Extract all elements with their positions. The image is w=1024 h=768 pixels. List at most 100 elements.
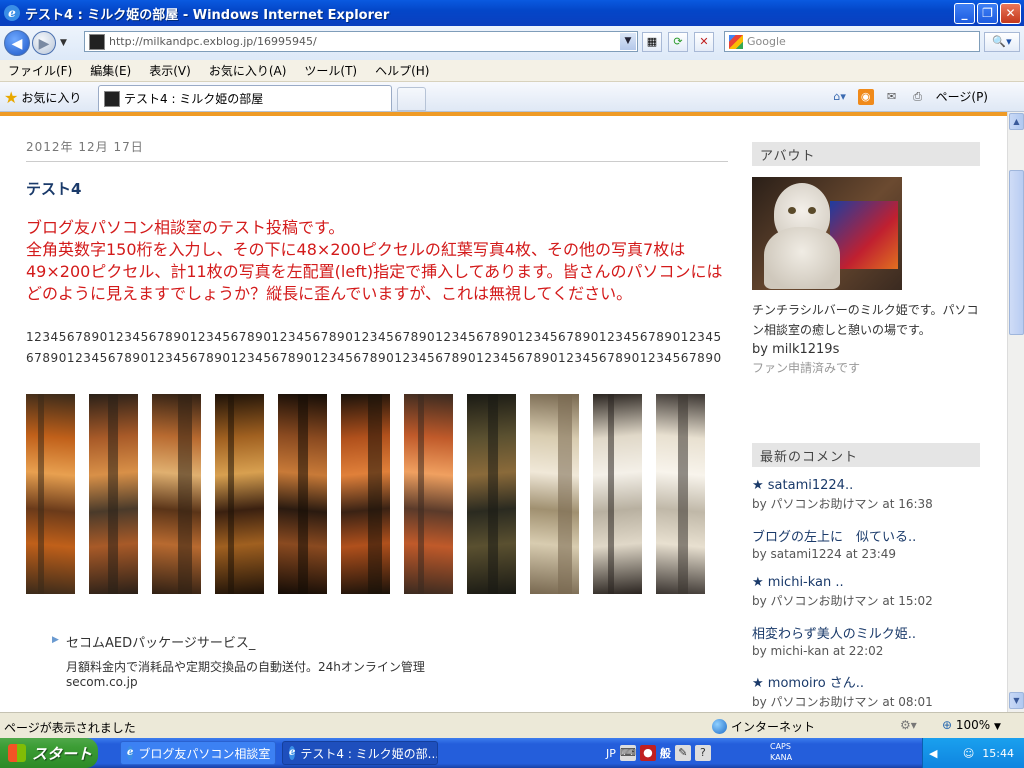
vertical-scrollbar[interactable]: ▲ ▼ <box>1007 112 1024 712</box>
zoom-level: 100% <box>955 718 991 732</box>
comment-meta: by パソコンお助けマン at 15:02 <box>752 594 933 608</box>
ad-title[interactable]: セコムAEDパッケージサービス_ <box>66 632 255 651</box>
tab-active[interactable]: テスト4 : ミルク姫の部屋 <box>98 85 392 111</box>
site-favicon-icon <box>89 33 105 50</box>
ime-language[interactable]: JP <box>606 747 616 760</box>
address-dropdown-icon[interactable]: ▼ <box>620 33 636 50</box>
menu-edit[interactable]: 編集(E) <box>88 61 133 80</box>
digits-text: 1234567890123456789012345678901234567890… <box>26 330 722 365</box>
photo-detail <box>178 394 192 594</box>
post-body-text: ピクセル、計11枚の写真を左配置( <box>90 262 341 281</box>
photo-strip <box>26 394 705 594</box>
scroll-up-icon[interactable]: ▲ <box>1009 113 1024 130</box>
taskbar: スタート e ブログ友パソコン相談室 ... e テスト4 : ミルク姫の部..… <box>0 738 1024 768</box>
tray-expand-icon[interactable]: ◀ <box>929 747 937 760</box>
search-button[interactable]: 🔍▾ <box>984 32 1020 52</box>
autumn-photo-4[interactable] <box>215 394 264 594</box>
ad-arrow-icon: ▶ <box>52 635 59 645</box>
menu-favorites[interactable]: お気に入り(A) <box>207 61 289 80</box>
post-body-emphasis: 49×200 <box>26 262 91 281</box>
tray-app-icon[interactable]: ☺ <box>963 747 974 760</box>
start-label: スタート <box>32 744 93 763</box>
rss-feed-icon[interactable]: ◉ <box>857 88 874 105</box>
ad-url[interactable]: secom.co.jp <box>66 675 138 689</box>
taskbar-item-test4[interactable]: e テスト4 : ミルク姫の部... <box>282 741 438 765</box>
address-url[interactable]: http://milkandpc.exblog.jp/16995945/ <box>109 35 317 48</box>
menu-view[interactable]: 表示(V) <box>147 61 193 80</box>
comment-title[interactable]: ★ satami1224.. <box>752 478 980 493</box>
comment-title[interactable]: ★ momoiro さん.. <box>752 672 980 691</box>
path-photo-8[interactable] <box>467 394 516 594</box>
favorites-button[interactable]: ★ お気に入り <box>4 87 81 107</box>
title-bar: e テスト4 : ミルク姫の部屋 - Windows Internet Expl… <box>0 0 1024 26</box>
photo-detail <box>418 394 424 594</box>
page-content: 2012年 12月 17日 テスト4 ブログ友パソコン相談室のテスト投稿です。 … <box>0 112 1007 712</box>
protected-mode-icon[interactable]: ⚙▾ <box>900 718 917 732</box>
close-button[interactable]: ✕ <box>1000 3 1021 24</box>
menu-tools[interactable]: ツール(T) <box>302 61 359 80</box>
autumn-photo-3[interactable] <box>152 394 201 594</box>
search-input[interactable]: Google <box>747 35 786 48</box>
menu-file[interactable]: ファイル(F) <box>6 61 74 80</box>
cat-photo-9[interactable] <box>530 394 579 594</box>
cat-eye-right <box>808 207 816 214</box>
taskbar-item-blog[interactable]: e ブログ友パソコン相談室 ... <box>120 741 276 765</box>
about-user[interactable]: by milk1219s <box>752 342 980 357</box>
cat-photo-10[interactable] <box>593 394 642 594</box>
restore-button[interactable]: ❐ <box>977 3 998 24</box>
ime-pad-icon[interactable]: ✎ <box>674 745 691 761</box>
ie-task-icon: e <box>289 746 296 760</box>
tree-photo-6[interactable] <box>341 394 390 594</box>
scroll-down-icon[interactable]: ▼ <box>1009 692 1024 709</box>
post-title[interactable]: テスト4 <box>26 178 728 199</box>
security-zone[interactable]: インターネット <box>712 718 815 735</box>
new-tab-button[interactable] <box>397 87 426 111</box>
photo-detail <box>558 394 572 594</box>
comment-item: ブログの左上に 似ている.. by satami1224 at 23:49 <box>752 526 980 561</box>
windows-flag-icon <box>8 744 26 762</box>
mail-icon[interactable]: ✉ <box>884 89 900 105</box>
compatibility-view-icon[interactable]: ▦ <box>642 32 662 52</box>
menu-help[interactable]: ヘルプ(H) <box>373 61 431 80</box>
star-icon: ★ <box>4 87 19 107</box>
ime-icon[interactable]: ● <box>639 745 656 761</box>
comment-title[interactable]: ブログの左上に 似ている.. <box>752 526 980 545</box>
cat-eye-left <box>788 207 796 214</box>
autumn-photo-2[interactable] <box>89 394 138 594</box>
refresh-icon[interactable]: ⟳ <box>668 32 688 52</box>
tree-photo-5[interactable] <box>278 394 327 594</box>
kana-label: KANA <box>770 753 793 762</box>
cat-photo-11[interactable] <box>656 394 705 594</box>
language-bar[interactable]: JP ⌨ ● 般 ✎ ? <box>606 738 711 768</box>
recent-pages-dropdown-icon[interactable]: ▼ <box>60 38 67 48</box>
home-icon[interactable]: ⌂▾ <box>832 89 848 105</box>
back-button[interactable]: ◀ <box>4 30 30 56</box>
zoom-control[interactable]: ⊕ 100% ▼ <box>942 718 1001 732</box>
menu-bar: ファイル(F) 編集(E) 表示(V) お気に入り(A) ツール(T) ヘルプ(… <box>0 60 1024 82</box>
autumn-photo-7[interactable] <box>404 394 453 594</box>
forward-button[interactable]: ▶ <box>32 31 56 55</box>
print-icon[interactable]: ⎙ <box>910 89 926 105</box>
profile-cat-photo[interactable] <box>752 177 902 290</box>
comment-meta: by パソコンお助けマン at 16:38 <box>752 497 933 511</box>
photo-detail <box>38 394 44 594</box>
keyboard-icon[interactable]: ⌨ <box>619 745 636 761</box>
autumn-photo-1[interactable] <box>26 394 75 594</box>
minimize-button[interactable]: _ <box>954 3 975 24</box>
stop-icon[interactable]: ✕ <box>694 32 714 52</box>
post-date: 2012年 12月 17日 <box>26 138 728 162</box>
start-button[interactable]: スタート <box>0 738 98 768</box>
comment-title[interactable]: 相変わらず美人のミルク姫.. <box>752 623 980 642</box>
search-box[interactable]: Google <box>724 31 980 52</box>
comment-meta: by パソコンお助けマン at 08:01 <box>752 695 933 709</box>
page-menu[interactable]: ページ(P) <box>936 88 988 105</box>
comment-title[interactable]: ★ michi-kan .. <box>752 575 980 590</box>
address-bar[interactable]: http://milkandpc.exblog.jp/16995945/ ▼ <box>84 31 638 52</box>
ad-description: 月額料金内で消耗品や定期交換品の自動送付。24hオンライン管理 <box>66 660 425 674</box>
post-body-text: ピクセルの紅葉写真4枚、その他の写真7枚は <box>360 240 686 259</box>
scroll-thumb[interactable] <box>1009 170 1024 335</box>
ime-mode[interactable]: 般 <box>660 745 671 761</box>
help-icon[interactable]: ? <box>694 745 711 761</box>
header-accent-line <box>0 112 1007 116</box>
post-body-text: 全角英数字150桁を入力し、その下に <box>26 240 297 259</box>
